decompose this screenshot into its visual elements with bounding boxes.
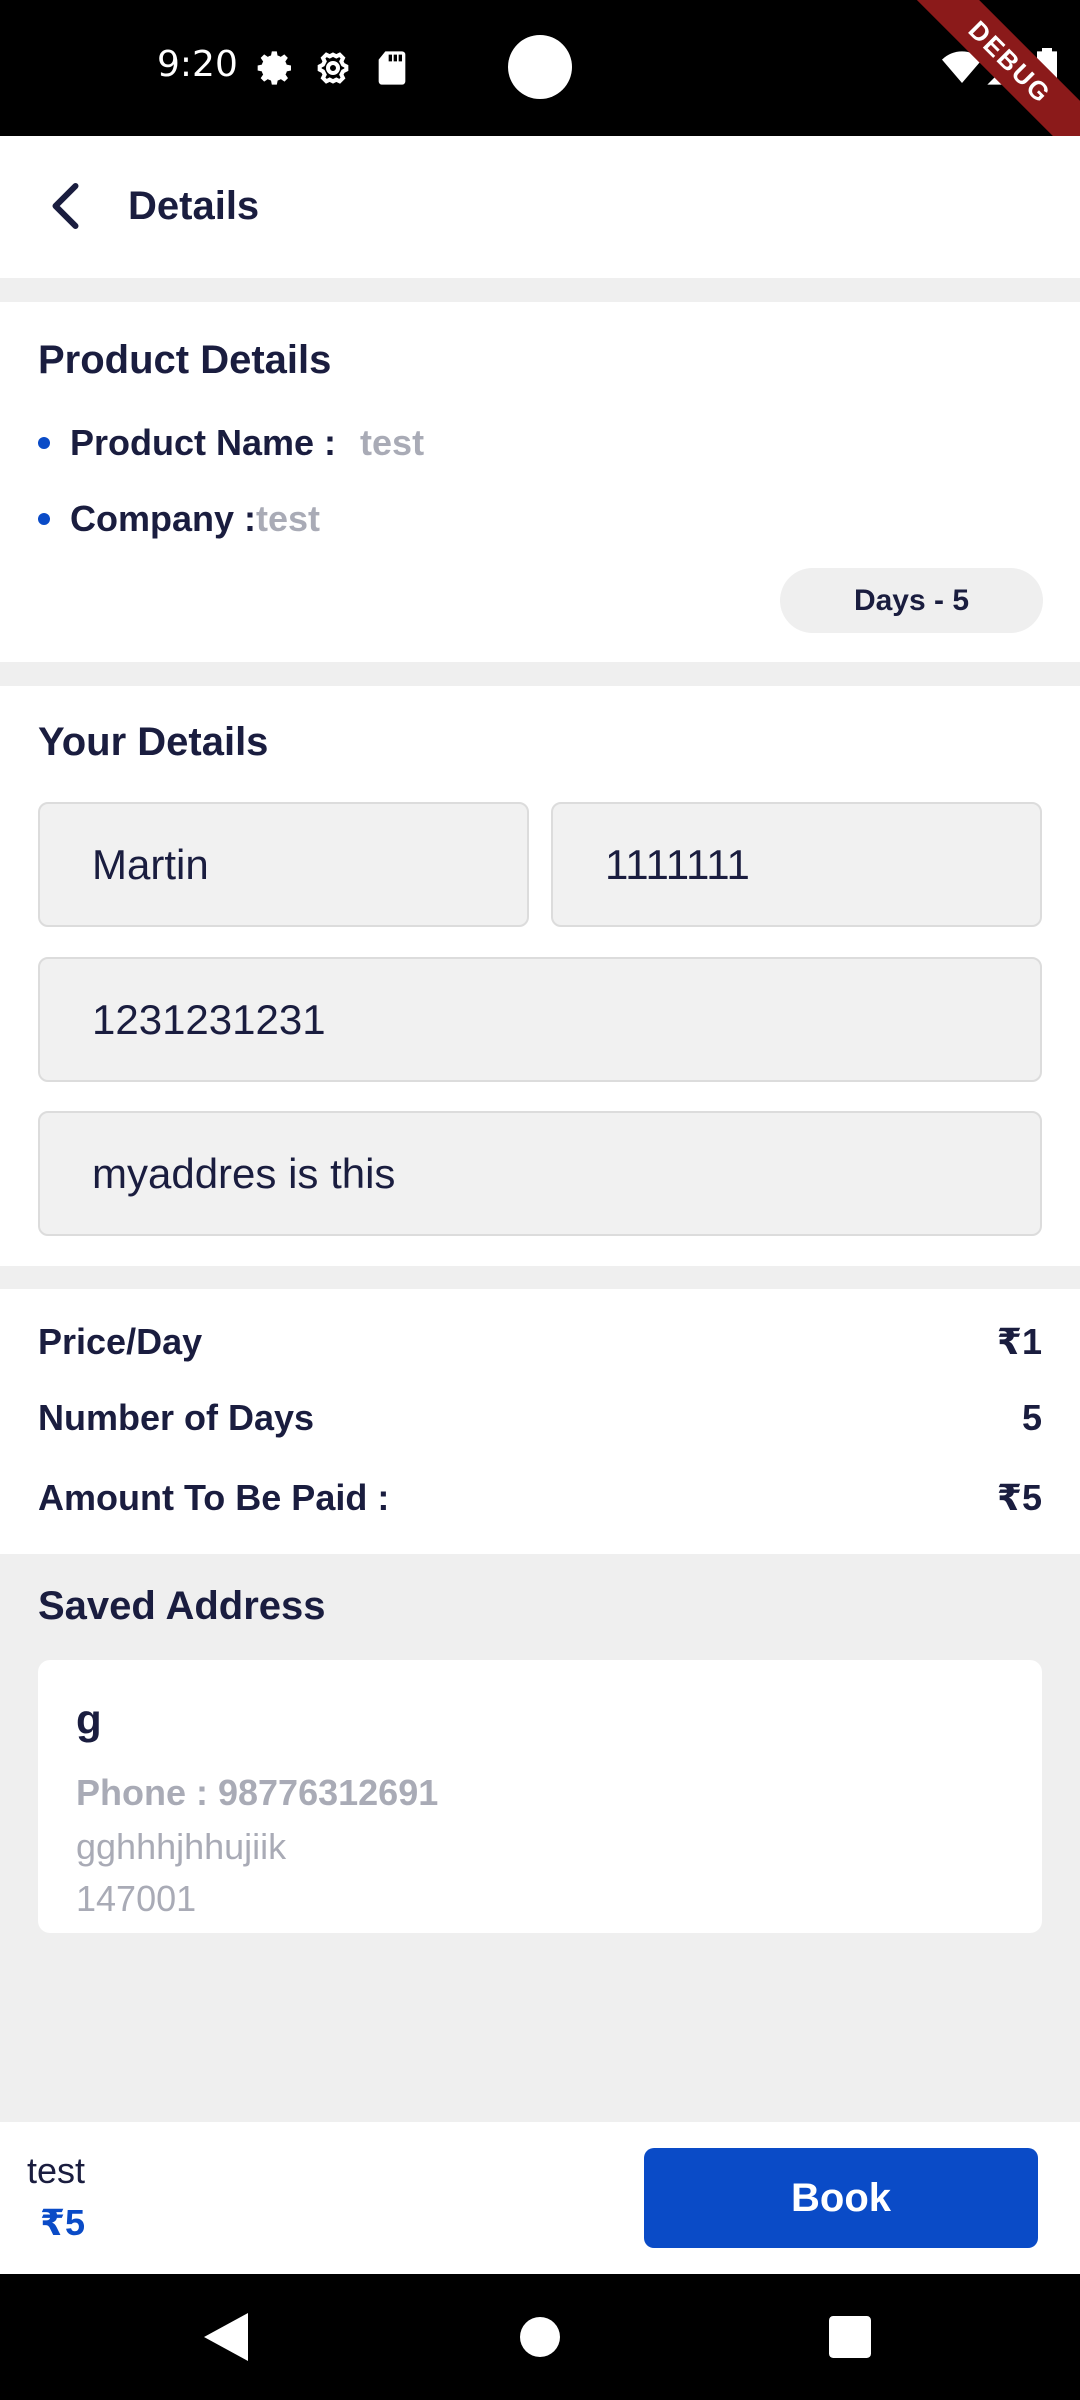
front-camera (508, 35, 572, 99)
product-name-label: Product Name : (70, 422, 337, 463)
product-name-value: test (360, 422, 425, 463)
saved-address-card[interactable]: g Phone : 98776312691 gghhhjhhujiik 1470… (38, 1660, 1042, 1933)
page-title: Details (128, 184, 260, 228)
book-button[interactable]: Book (644, 2148, 1038, 2248)
home-circle-icon (520, 2317, 560, 2357)
company-row: Company : test (38, 498, 320, 540)
bottom-price: ₹5 (40, 2202, 86, 2243)
product-name-row: Product Name : test (38, 422, 424, 464)
bottom-bar: test ₹5 Book (0, 2122, 1080, 2274)
nav-back-button[interactable] (166, 2274, 286, 2400)
gear-icon (317, 52, 349, 84)
company-label: Company : (70, 498, 257, 539)
system-nav-bar (0, 2274, 1080, 2400)
price-per-day-value: ₹1 (996, 1321, 1042, 1362)
company-value: test (256, 498, 321, 539)
address-name: g (76, 1696, 102, 1743)
pricing-card: Price/Day ₹1 Number of Days 5 Amount To … (0, 1289, 1080, 1554)
amount-label: Amount To Be Paid : (38, 1477, 390, 1518)
address-field[interactable]: myaddres is this (38, 1111, 1042, 1236)
days-badge: Days - 5 (780, 568, 1043, 633)
status-bar: 9:20 DEBUG (0, 0, 1080, 170)
app-bar: Details (0, 136, 1080, 278)
chevron-left-icon[interactable] (38, 176, 98, 236)
product-details-title: Product Details (38, 338, 332, 382)
address-line-1: gghhhjhhujiik (76, 1826, 287, 1867)
recents-square-icon (829, 2316, 871, 2358)
phone-field[interactable]: 1231231231 (38, 957, 1042, 1082)
price-per-day-row: Price/Day ₹1 (38, 1321, 1042, 1363)
settings-icon (257, 51, 291, 85)
name-field[interactable]: Martin (38, 802, 529, 927)
number-of-days-row: Number of Days 5 (38, 1397, 1042, 1439)
your-details-title: Your Details (38, 720, 269, 764)
saved-address-title: Saved Address (38, 1584, 326, 1628)
address-line-2: 147001 (76, 1878, 197, 1919)
number-of-days-label: Number of Days (38, 1397, 315, 1438)
bottom-product-name: test (27, 2150, 86, 2191)
number-of-days-value: 5 (1021, 1397, 1042, 1438)
code-field[interactable]: 1111111 (551, 802, 1042, 927)
price-per-day-label: Price/Day (38, 1321, 203, 1362)
amount-value: ₹5 (996, 1477, 1042, 1518)
bullet (38, 437, 50, 449)
amount-row: Amount To Be Paid : ₹5 (38, 1477, 1042, 1519)
bullet (38, 513, 50, 525)
back-triangle-icon (204, 2313, 248, 2361)
address-phone: Phone : 98776312691 (76, 1772, 439, 1813)
status-time: 9:20 (157, 44, 238, 85)
nav-home-button[interactable] (480, 2274, 600, 2400)
sd-card-icon (378, 51, 406, 85)
nav-recents-button[interactable] (790, 2274, 910, 2400)
